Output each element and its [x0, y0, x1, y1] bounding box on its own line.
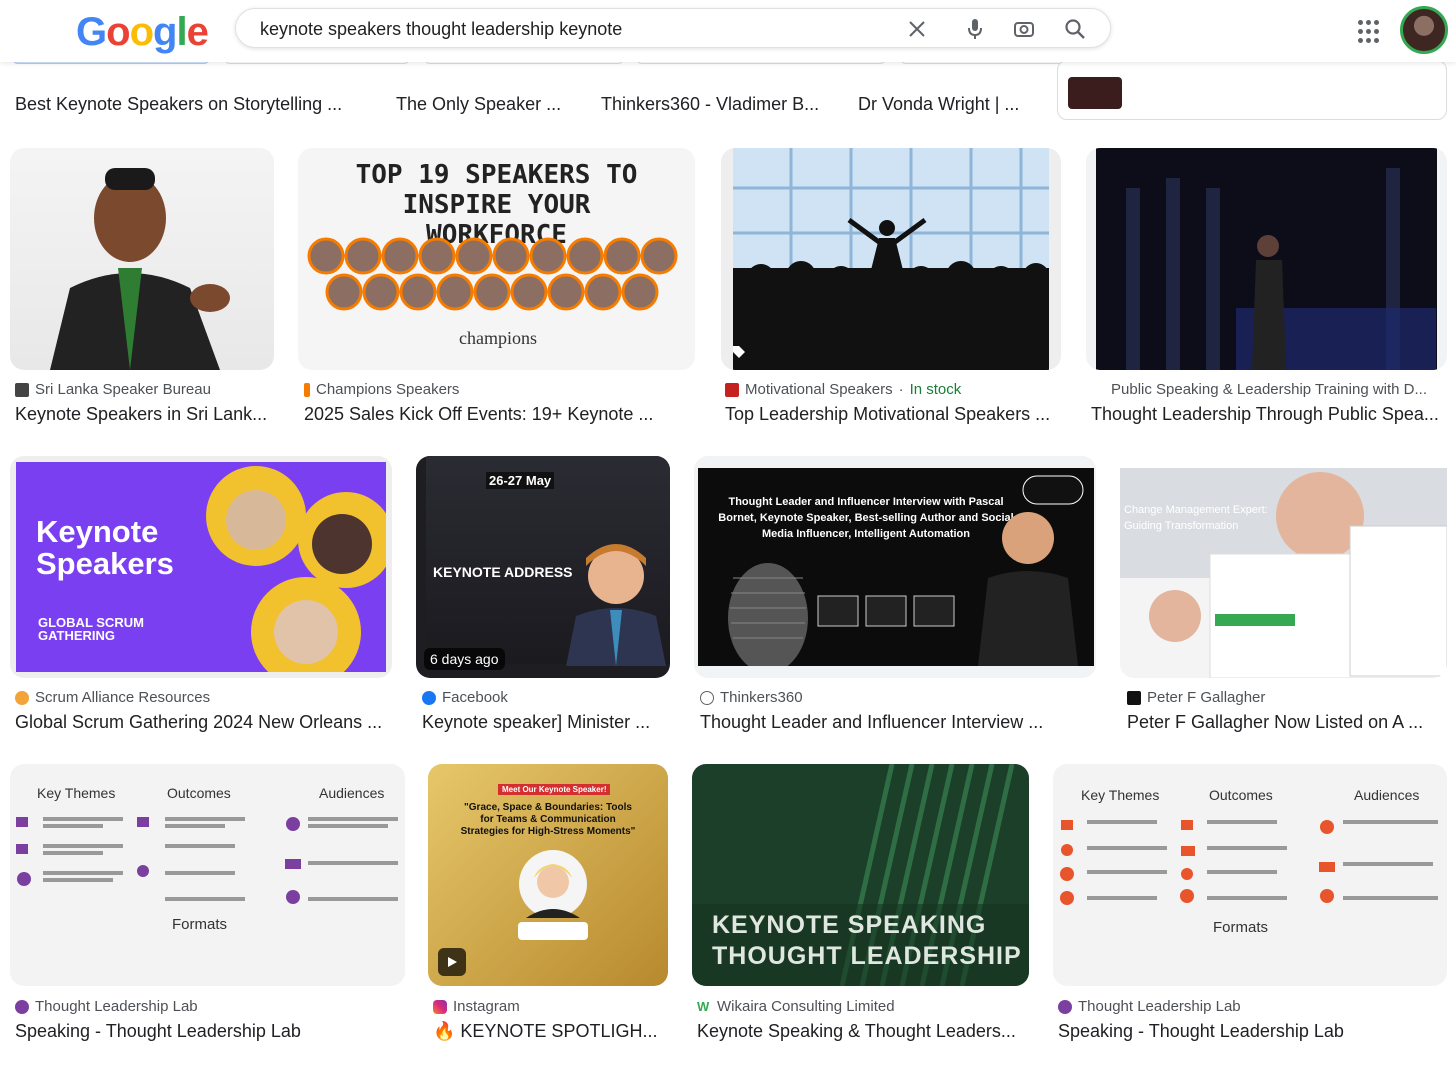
- result-image[interactable]: [721, 148, 1061, 370]
- result-source[interactable]: W Wikaira Consulting Limited: [697, 998, 1027, 1015]
- result-title[interactable]: 2025 Sales Kick Off Events: 19+ Keynote …: [304, 404, 684, 425]
- close-icon[interactable]: [904, 16, 930, 42]
- time-badge: 6 days ago: [424, 648, 505, 670]
- result-source[interactable]: Thought Leadership Lab: [15, 998, 395, 1015]
- result-title[interactable]: Peter F Gallagher Now Listed on A ...: [1127, 712, 1447, 733]
- result-title[interactable]: Keynote Speaking & Thought Leaders...: [697, 1021, 1022, 1042]
- related-thumbnail: [1068, 77, 1122, 109]
- image-heading: Change Management Expert: Guiding Transf…: [1124, 504, 1268, 532]
- image-date: 26-27 May: [486, 472, 555, 489]
- site-favicon: [1091, 382, 1105, 397]
- column-heading: Audiences: [319, 785, 385, 801]
- result-title[interactable]: Global Scrum Gathering 2024 New Orleans …: [15, 712, 395, 733]
- tag-icon: [729, 342, 749, 362]
- result-title[interactable]: The Only Speaker ...: [396, 94, 586, 115]
- search-input[interactable]: [260, 17, 880, 41]
- play-icon[interactable]: [438, 948, 466, 976]
- source-name: Peter F Gallagher: [1147, 689, 1266, 706]
- separator-dot: ·: [898, 381, 904, 398]
- result-source[interactable]: Thought Leadership Lab: [1058, 998, 1438, 1015]
- image-heading: KEYNOTE ADDRESS: [433, 564, 573, 580]
- formats-heading: Formats: [1213, 919, 1269, 936]
- top-bar: Google: [0, 0, 1456, 62]
- search-box: [235, 8, 1111, 48]
- site-favicon: W: [697, 998, 711, 1014]
- source-name: Champions Speakers: [316, 381, 460, 398]
- site-favicon: [1058, 999, 1072, 1014]
- site-favicon: [15, 999, 29, 1014]
- column-heading: Key Themes: [37, 785, 116, 801]
- result-image[interactable]: Change Management Expert: Guiding Transf…: [1120, 456, 1447, 678]
- column-heading: Outcomes: [167, 785, 231, 801]
- column-heading: Outcomes: [1209, 787, 1273, 803]
- result-image[interactable]: [10, 148, 274, 370]
- source-name: Facebook: [442, 689, 508, 706]
- column-heading: Audiences: [1354, 787, 1420, 803]
- mic-icon[interactable]: [962, 16, 988, 42]
- site-favicon: [700, 690, 714, 705]
- result-title[interactable]: Speaking - Thought Leadership Lab: [1058, 1021, 1443, 1042]
- result-image[interactable]: [1086, 148, 1447, 370]
- source-name: Scrum Alliance Resources: [35, 689, 211, 706]
- site-favicon: [725, 382, 739, 397]
- result-image[interactable]: Key Themes Outcomes Audiences Formats: [1053, 764, 1447, 986]
- column-heading: Key Themes: [1081, 787, 1160, 803]
- result-title[interactable]: Thought Leader and Influencer Interview …: [700, 712, 1090, 733]
- result-title[interactable]: Best Keynote Speakers on Storytelling ..…: [15, 94, 375, 115]
- source-name: Instagram: [453, 998, 520, 1015]
- result-title[interactable]: Thought Leadership Through Public Spea..…: [1091, 404, 1447, 425]
- result-title[interactable]: Top Leadership Motivational Speakers ...: [725, 404, 1055, 425]
- source-name: Thought Leadership Lab: [35, 998, 198, 1015]
- result-image[interactable]: 26-27 May KEYNOTE ADDRESS 6 days ago: [416, 456, 670, 678]
- result-image[interactable]: TOP 19 SPEAKERS TO INSPIRE YOUR WORKFORC…: [298, 148, 695, 370]
- result-title[interactable]: Keynote Speakers in Sri Lank...: [15, 404, 277, 425]
- image-tag: Meet Our Keynote Speaker!: [498, 784, 611, 795]
- image-subheading: GLOBAL SCRUM GATHERING: [38, 615, 144, 643]
- source-name: Motivational Speakers: [745, 381, 893, 398]
- result-image[interactable]: Keynote Speakers GLOBAL SCRUM GATHERING: [10, 456, 392, 678]
- result-title[interactable]: Keynote speaker] Minister ...: [422, 712, 672, 733]
- search-icon[interactable]: [1062, 16, 1088, 42]
- related-card[interactable]: [1057, 60, 1447, 120]
- google-logo[interactable]: Google: [76, 10, 209, 55]
- instagram-icon: [433, 999, 447, 1014]
- apps-grid-icon[interactable]: [1358, 20, 1382, 44]
- result-image[interactable]: Thought Leader and Influencer Interview …: [694, 456, 1096, 678]
- site-favicon: [1127, 690, 1141, 705]
- result-title[interactable]: 🔥 KEYNOTE SPOTLIGH...: [433, 1021, 668, 1042]
- result-source[interactable]: Thinkers360: [700, 689, 1080, 706]
- result-source[interactable]: Scrum Alliance Resources: [15, 689, 395, 706]
- result-title[interactable]: Speaking - Thought Leadership Lab: [15, 1021, 395, 1042]
- result-image[interactable]: Key Themes Outcomes Audiences Formats: [10, 764, 405, 986]
- site-favicon: [15, 690, 29, 705]
- facebook-icon: [422, 690, 436, 705]
- source-name: Thought Leadership Lab: [1078, 998, 1241, 1015]
- source-name: Wikaira Consulting Limited: [717, 998, 895, 1015]
- result-image[interactable]: KEYNOTE SPEAKING THOUGHT LEADERSHIP: [692, 764, 1029, 986]
- brand-logo: champions: [459, 328, 537, 348]
- camera-icon[interactable]: [1011, 16, 1037, 42]
- result-source[interactable]: Sri Lanka Speaker Bureau: [15, 381, 275, 398]
- source-name: Sri Lanka Speaker Bureau: [35, 381, 211, 398]
- result-image[interactable]: Meet Our Keynote Speaker! "Grace, Space …: [428, 764, 668, 986]
- result-source[interactable]: Public Speaking & Leadership Training wi…: [1091, 381, 1446, 398]
- result-title[interactable]: Thinkers360 - Vladimer B...: [601, 94, 841, 115]
- site-favicon: [304, 382, 310, 397]
- result-source[interactable]: Instagram: [433, 998, 673, 1015]
- image-heading: "Grace, Space & Boundaries: Tools for Te…: [460, 802, 636, 837]
- result-source[interactable]: Peter F Gallagher: [1127, 689, 1447, 706]
- result-source[interactable]: Champions Speakers: [304, 381, 684, 398]
- source-name: Thinkers360: [720, 689, 803, 706]
- formats-heading: Formats: [172, 916, 228, 933]
- image-heading: KEYNOTE SPEAKING THOUGHT LEADERSHIP: [712, 911, 1022, 970]
- site-favicon: [15, 382, 29, 397]
- result-source[interactable]: Facebook: [422, 689, 672, 706]
- image-heading: Keynote Speakers: [36, 514, 174, 581]
- result-source[interactable]: Motivational Speakers · In stock: [725, 381, 1065, 398]
- source-name: Public Speaking & Leadership Training wi…: [1111, 381, 1428, 398]
- stock-status: In stock: [909, 381, 962, 398]
- avatar[interactable]: [1400, 6, 1448, 54]
- result-title[interactable]: Dr Vonda Wright | ...: [858, 94, 1048, 115]
